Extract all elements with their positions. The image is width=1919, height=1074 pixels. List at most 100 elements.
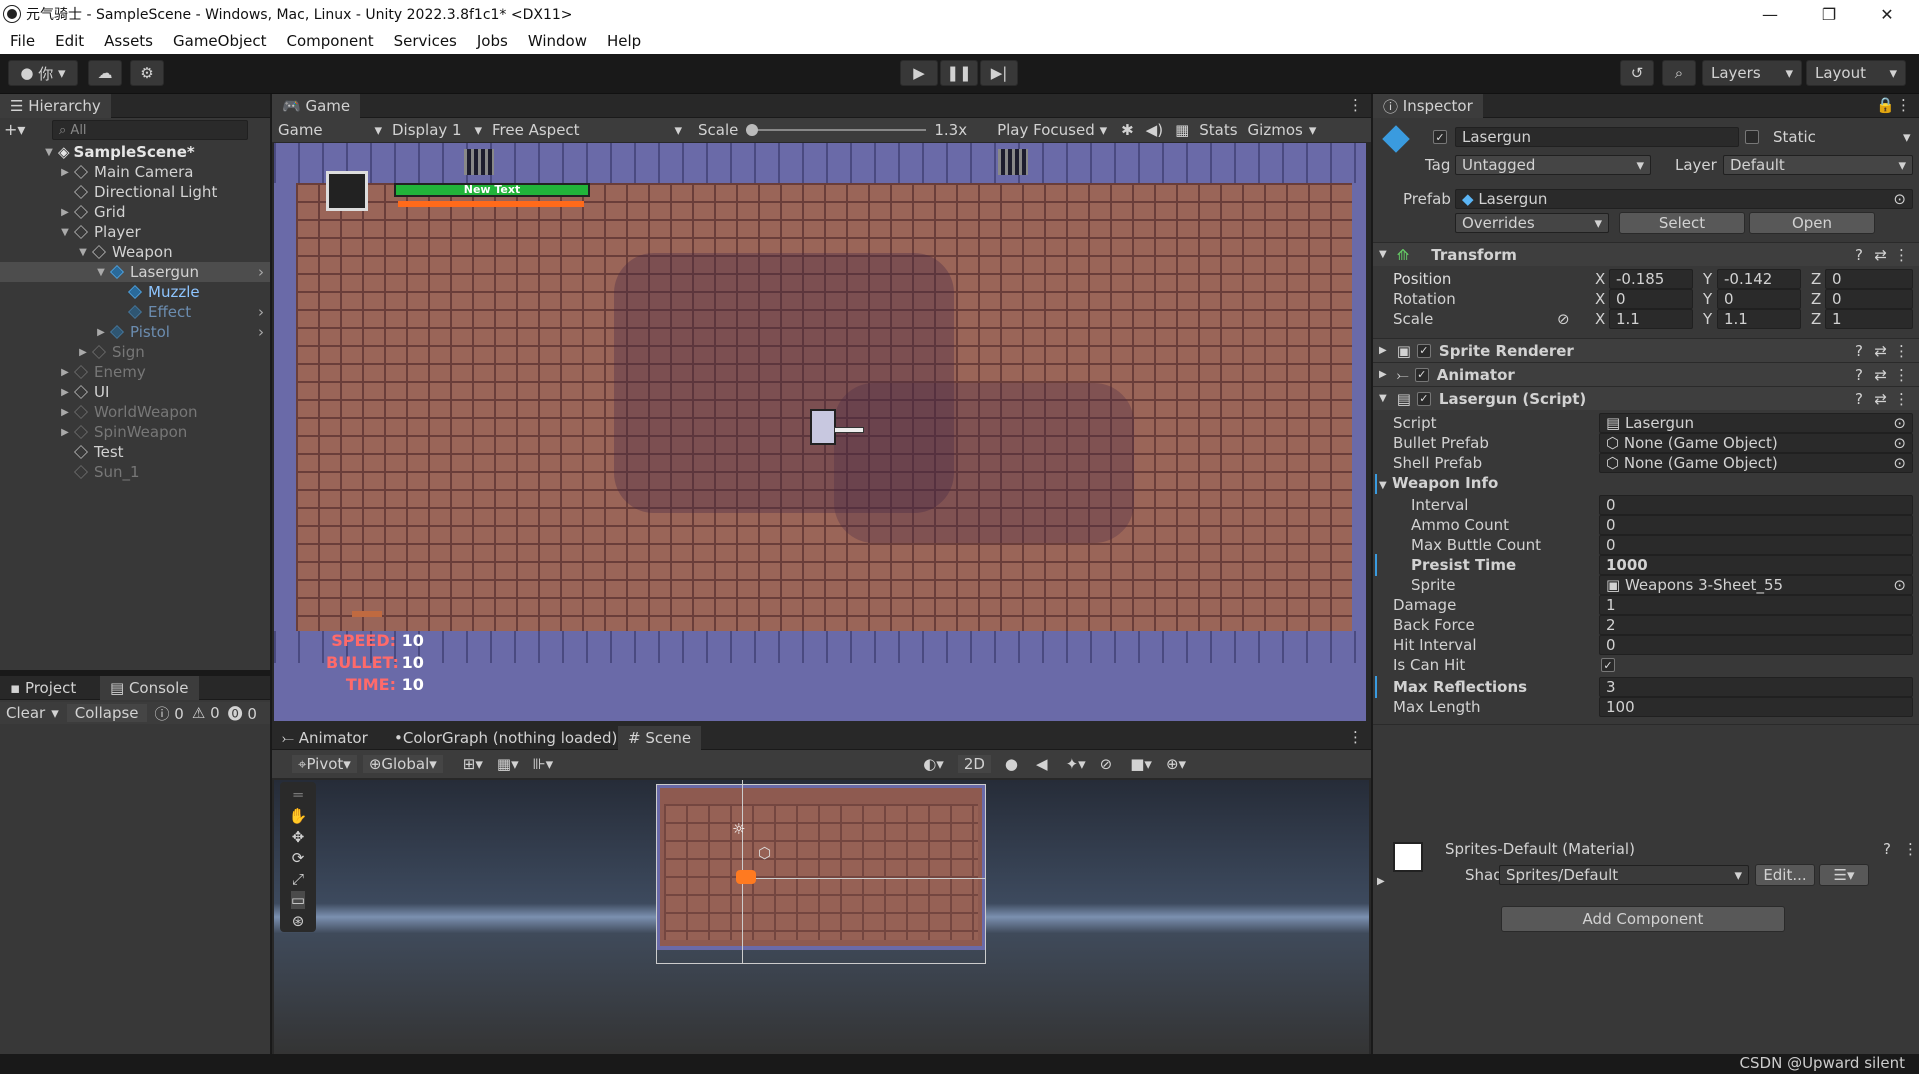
list-item[interactable]: ▼ Weapon [0, 242, 270, 262]
menu-help[interactable]: Help [597, 32, 651, 50]
clear-button[interactable]: Clear [0, 704, 51, 722]
tab-console[interactable]: ▤ Console [100, 676, 199, 700]
move-icon[interactable]: ✥ [292, 828, 305, 846]
max-reflections-field[interactable]: 3 [1599, 677, 1913, 697]
audio-icon[interactable]: ◀) [1146, 121, 1163, 139]
position-y[interactable]: -0.142 [1717, 269, 1801, 289]
layout-dropdown[interactable]: Layout ▾ [1806, 60, 1906, 86]
help-icon[interactable]: ? [1855, 246, 1863, 264]
shell-prefab-field[interactable]: ⬡ None (Game Object) ⊙ [1599, 453, 1913, 473]
play-focused-dropdown[interactable]: Play Focused ▾ [967, 121, 1107, 139]
name-field[interactable]: Lasergun [1455, 127, 1739, 147]
prefab-field[interactable]: ◆ Lasergun ⊙ [1455, 189, 1913, 209]
layers-dropdown[interactable]: Layers ▾ [1702, 60, 1802, 86]
grid-snap-icon[interactable]: ▦▾ [497, 755, 519, 773]
layer-dropdown[interactable]: Default ▾ [1723, 155, 1913, 175]
damage-field[interactable]: 1 [1599, 595, 1913, 615]
shader-dropdown[interactable]: Sprites/Default ▾ [1499, 865, 1749, 885]
display-dropdown[interactable]: Display 1 ▾ [382, 121, 482, 139]
scale-z[interactable]: 1 [1825, 309, 1913, 329]
sprite-field[interactable]: ▣ Weapons 3-Sheet_55 ⊙ [1599, 575, 1913, 595]
cloud-icon[interactable]: ☁ [88, 60, 122, 86]
rect-icon[interactable]: ▭ [290, 891, 306, 909]
menu-component[interactable]: Component [277, 32, 384, 50]
collapse-button[interactable]: Collapse [66, 704, 147, 722]
rotation-y[interactable]: 0 [1717, 289, 1801, 309]
gizmo-icon[interactable]: ⊕▾ [1166, 755, 1186, 773]
list-item[interactable]: ▶ UI [0, 382, 270, 402]
menu-edit[interactable]: Edit [45, 32, 94, 50]
visibility-icon[interactable]: ⊘ [1100, 755, 1113, 773]
list-item[interactable]: ▶ SpinWeapon [0, 422, 270, 442]
menu-window[interactable]: Window [518, 32, 597, 50]
list-item[interactable]: ▼ Lasergun › [0, 262, 270, 282]
stats-button[interactable]: Stats [1199, 121, 1237, 139]
sprite-renderer-checkbox[interactable]: ✓ [1416, 343, 1431, 358]
hand-icon[interactable]: ✋ [289, 807, 308, 825]
tag-dropdown[interactable]: Untagged ▾ [1455, 155, 1651, 175]
scene-viewport[interactable]: ☼ ⬡ ═ ✋ ✥ ⟳ ⤢ ▭ ⊛ [274, 780, 1369, 1054]
transform-icon[interactable]: ⊛ [292, 912, 305, 930]
aspect-dropdown[interactable]: Free Aspect ▾ [482, 121, 682, 139]
game-mode-dropdown[interactable]: Game ▾ [272, 121, 382, 139]
list-item[interactable]: ▶ Enemy [0, 362, 270, 382]
constrain-icon[interactable]: ⊘ [1557, 310, 1570, 328]
open-button[interactable]: Open [1749, 212, 1875, 234]
game-viewport[interactable]: New Text SPEED: 10 BULLET: 10 TIME: 10 [274, 143, 1366, 721]
list-item[interactable]: ▶ WorldWeapon [0, 402, 270, 422]
position-z[interactable]: 0 [1825, 269, 1913, 289]
list-item[interactable]: ▼ ◈ SampleScene* [0, 142, 270, 162]
list-item[interactable]: ▶ Main Camera [0, 162, 270, 182]
list-item[interactable]: ▶ Pistol › [0, 322, 270, 342]
animator-header[interactable]: ▶ ⤚ ✓ Animator? ⇄ ⋮ [1373, 362, 1919, 386]
scale-x[interactable]: 1.1 [1609, 309, 1693, 329]
bullet-prefab-field[interactable]: ⬡ None (Game Object) ⊙ [1599, 433, 1913, 453]
menu-services[interactable]: Services [384, 32, 467, 50]
max-length-field[interactable]: 100 [1599, 697, 1913, 717]
gizmos-button[interactable]: Gizmos [1248, 121, 1303, 139]
mode-2d-button[interactable]: 2D [957, 755, 991, 773]
lock-icon[interactable]: 🔒 [1876, 96, 1895, 114]
edit-shader-button[interactable]: Edit... [1755, 864, 1815, 886]
search-icon[interactable]: ⌕ [1662, 60, 1696, 86]
audio-mute-icon[interactable]: ◀ [1036, 755, 1048, 773]
menu-gameobject[interactable]: GameObject [163, 32, 277, 50]
list-item[interactable]: Sun_1 [0, 462, 270, 482]
warning-count[interactable]: ⚠ 0 [192, 704, 220, 722]
menu-jobs[interactable]: Jobs [467, 32, 518, 50]
tab-inspector[interactable]: ⓘ Inspector [1373, 94, 1483, 118]
select-button[interactable]: Select [1619, 212, 1745, 234]
bug-icon[interactable]: ✱ [1121, 121, 1134, 139]
presist-time-field[interactable]: 1000 [1599, 555, 1913, 575]
interval-field[interactable]: 0 [1599, 495, 1913, 515]
tab-animator[interactable]: ⤚ Animator [272, 726, 378, 750]
hit-interval-field[interactable]: 0 [1599, 635, 1913, 655]
animator-checkbox[interactable]: ✓ [1414, 367, 1429, 382]
ammo-count-field[interactable]: 0 [1599, 515, 1913, 535]
max-buttle-count-field[interactable]: 0 [1599, 535, 1913, 555]
list-item[interactable]: ▼ Player [0, 222, 270, 242]
preset-icon[interactable]: ⇄ [1874, 246, 1887, 264]
effects-icon[interactable]: ✦▾ [1066, 755, 1086, 773]
static-checkbox[interactable] [1745, 130, 1759, 144]
list-item[interactable]: Test [0, 442, 270, 462]
list-item[interactable]: Effect › [0, 302, 270, 322]
info-count[interactable]: ⓘ 0 [155, 703, 184, 724]
pivot-dropdown[interactable]: ⌖Pivot▾ [292, 755, 357, 773]
transform-header[interactable]: ▼ ⟰ Transform ? ⇄ ⋮ [1373, 242, 1919, 266]
list-item[interactable]: Muzzle [0, 282, 270, 302]
history-icon[interactable]: ↺ [1620, 60, 1654, 86]
help-icon[interactable]: ? [1883, 840, 1891, 858]
increment-icon[interactable]: ⊪▾ [533, 755, 554, 773]
overrides-dropdown[interactable]: Overrides ▾ [1455, 213, 1609, 233]
grid-icon[interactable]: ▦ [1175, 121, 1189, 139]
global-dropdown[interactable]: ⊕Global▾ [362, 755, 443, 773]
add-component-button[interactable]: Add Component [1501, 906, 1785, 932]
list-item[interactable]: Directional Light [0, 182, 270, 202]
back-force-field[interactable]: 2 [1599, 615, 1913, 635]
scale-slider[interactable] [746, 124, 927, 136]
close-button[interactable]: ✕ [1858, 0, 1916, 28]
sprite-renderer-header[interactable]: ▶ ▣ ✓ Sprite Renderer? ⇄ ⋮ [1373, 338, 1919, 362]
add-icon[interactable]: +▾ [4, 120, 34, 140]
menu-assets[interactable]: Assets [94, 32, 163, 50]
